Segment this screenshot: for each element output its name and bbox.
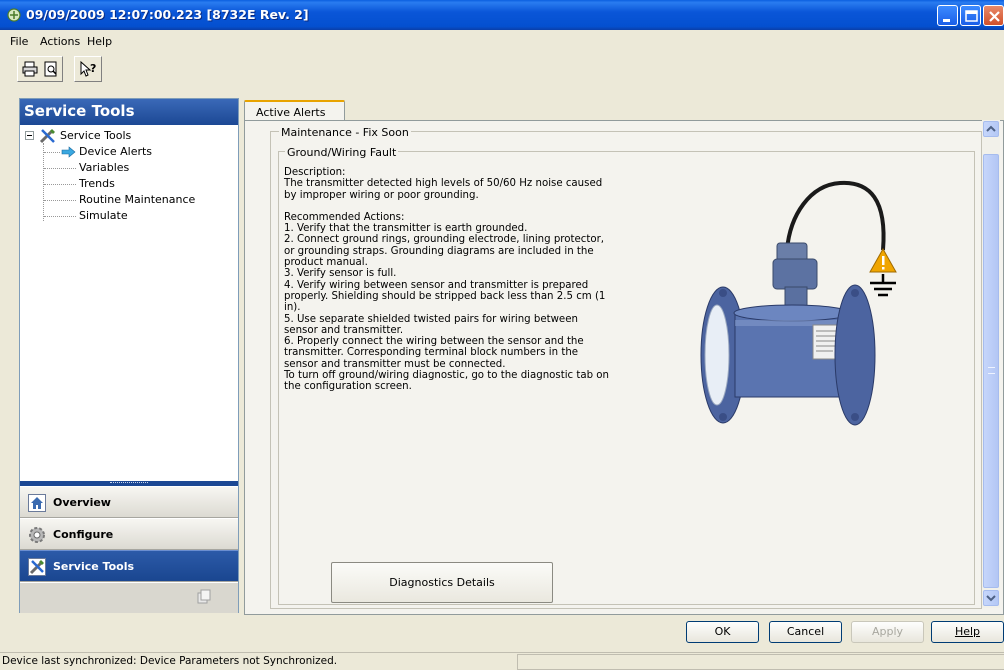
gear-icon [29,527,45,543]
warning-icon [869,247,897,273]
cancel-button[interactable]: Cancel [769,621,842,643]
ground-icon [870,274,896,297]
vertical-scrollbar[interactable] [982,120,1000,608]
nav-service-tools-label: Service Tools [53,560,135,573]
menu-help[interactable]: Help [87,35,112,48]
nav-overview[interactable]: Overview [20,486,238,518]
maximize-button[interactable] [960,5,981,26]
tree-item-device-alerts[interactable]: Device Alerts [79,145,152,161]
app-icon [7,8,21,22]
ground-wiring-fault-title: Ground/Wiring Fault [285,146,399,159]
arrow-right-icon [61,146,76,158]
close-icon [989,11,1000,22]
nav-overview-label: Overview [53,496,111,509]
tree-item-simulate[interactable]: Simulate [79,209,128,225]
print-button-group [17,56,63,82]
tree-root-service-tools[interactable]: Service Tools [60,129,131,145]
action-item: 2. Connect ground rings, grounding elect… [284,234,605,269]
description-label: Description: [284,167,346,178]
sidebar-footer [20,583,238,613]
chevron-down-icon [986,595,996,602]
menu-bar: File Actions Help [0,30,1004,52]
scroll-grip [988,367,995,374]
scroll-down-arrow[interactable] [983,590,999,606]
help-button[interactable]: Help [931,621,1004,643]
chevron-up-icon [986,125,996,132]
status-bar: Device last synchronized: Device Paramet… [0,652,1004,670]
action-item: 5. Use separate shielded twisted pairs f… [284,313,578,336]
maintenance-group-title: Maintenance - Fix Soon [279,126,411,139]
action-item: 6. Properly connect the wiring between t… [284,336,584,370]
action-item: 3. Verify sensor is full. [284,268,397,280]
context-help-button[interactable]: ? [74,56,102,82]
scroll-up-arrow[interactable] [983,121,999,137]
actions-label: Recommended Actions: [284,211,405,223]
service-tools-tree: Service Tools Device Alerts Variables Tr… [20,125,238,481]
window-title: 09/09/2009 12:07:00.223 [8732E Rev. 2] [26,7,309,22]
tree-item-trends[interactable]: Trends [79,177,115,193]
apply-button[interactable]: Apply [851,621,924,643]
flowmeter-illustration [700,180,897,426]
nav-configure[interactable]: Configure [20,518,238,550]
context-help-icon: ? [80,60,96,77]
tree-item-variables[interactable]: Variables [79,161,129,177]
printer-icon[interactable] [21,60,39,78]
menu-actions[interactable]: Actions [40,35,80,48]
help-button-label: Help [954,625,981,638]
print-preview-icon[interactable] [42,60,60,78]
scrollbar-thumb[interactable] [983,154,999,588]
description-text: The transmitter detected high levels of … [284,178,603,201]
title-bar[interactable]: 09/09/2009 12:07:00.223 [8732E Rev. 2] [0,0,1004,30]
diagnostics-details-button[interactable]: Diagnostics Details [331,562,553,603]
sidebar: Service Tools Service Tools Device Alert… [19,98,239,613]
menu-file[interactable]: File [10,35,28,48]
sync-status-text: Device last synchronized: Device Paramet… [2,655,338,667]
alert-description: Description: The transmitter detected hi… [284,167,614,393]
sidebar-header: Service Tools [20,99,238,125]
minimize-icon [943,19,950,22]
tools-icon [28,558,46,576]
action-item: 1. Verify that the transmitter is earth … [284,223,528,235]
close-button[interactable] [983,5,1004,26]
tools-icon [39,129,55,144]
configure-buttons-icon[interactable] [196,589,212,605]
maximize-icon [965,10,978,22]
action-item: To turn off ground/wiring diagnostic, go… [284,370,609,393]
nav-configure-label: Configure [53,528,114,541]
status-panel [517,654,1004,670]
action-item: 4. Verify wiring between sensor and tran… [284,279,606,314]
nav-service-tools[interactable]: Service Tools [20,550,238,582]
tab-active-alerts-label: Active Alerts [256,106,326,119]
toolbar: ? [0,52,1004,90]
tree-collapse-toggle[interactable] [25,131,34,140]
ok-button[interactable]: OK [686,621,759,643]
tree-item-routine-maintenance[interactable]: Routine Maintenance [79,193,195,209]
minimize-button[interactable] [937,5,958,26]
svg-text:?: ? [90,62,96,75]
tab-bar: Active Alerts [244,98,1004,123]
home-icon [28,494,46,512]
